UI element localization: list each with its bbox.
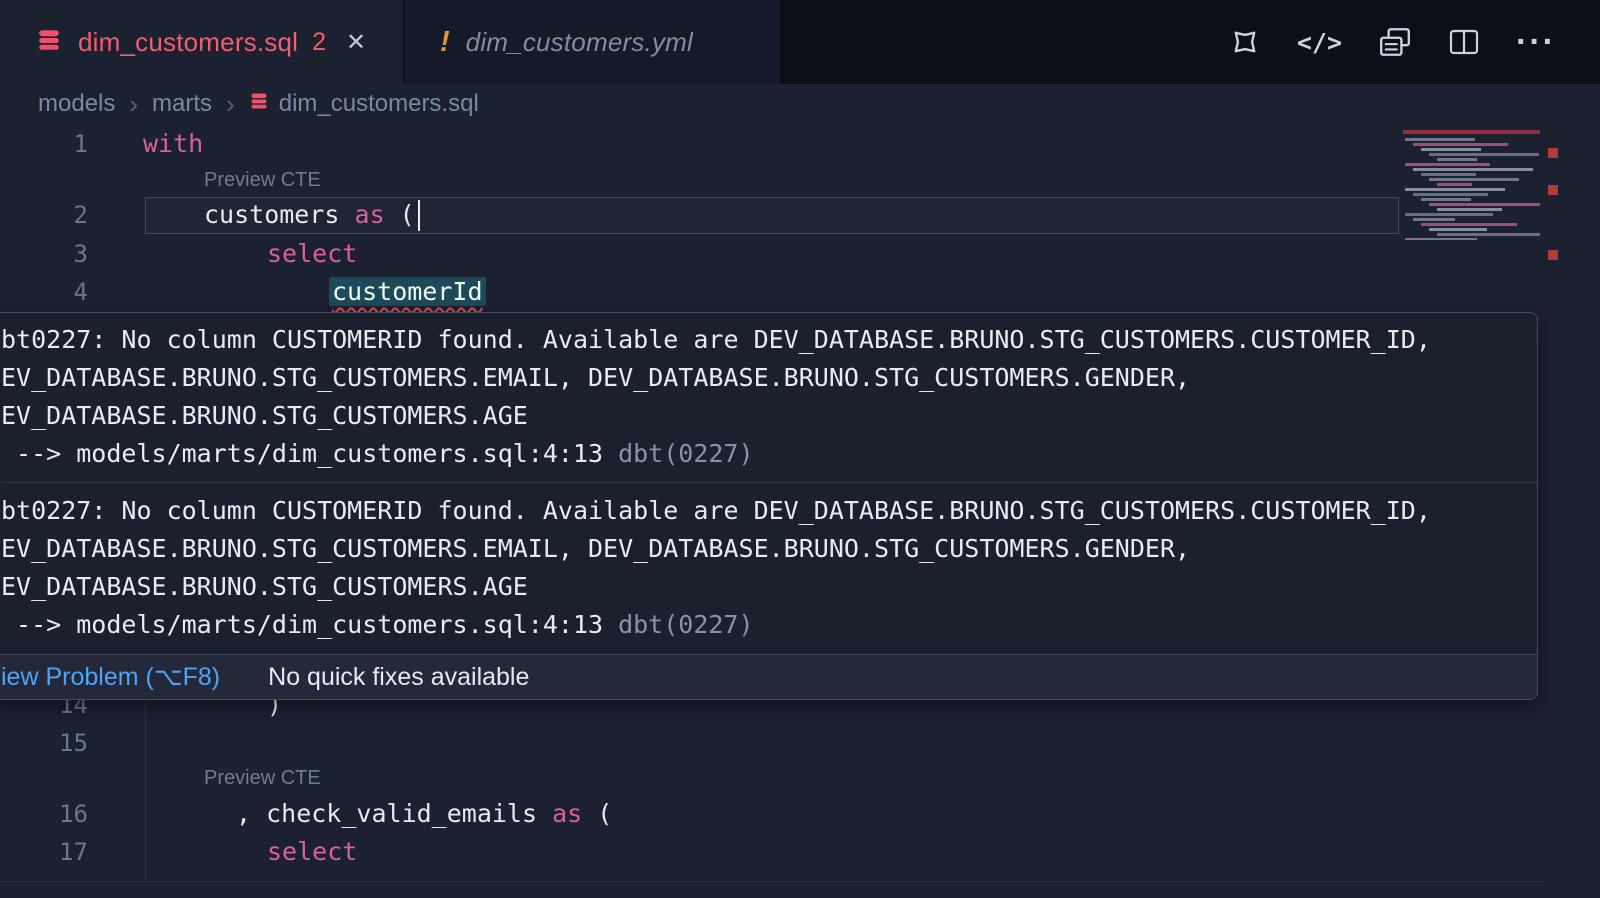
tab-dim-customers-sql[interactable]: dim_customers.sql 2 ✕ [0, 0, 403, 84]
code-line-17[interactable]: 17 select [0, 833, 1600, 871]
breadcrumb-item-models[interactable]: models [38, 90, 115, 118]
code-line-4[interactable]: 4 customerId [0, 273, 1600, 311]
more-actions-icon[interactable]: ··· [1516, 23, 1556, 62]
error-mark [1548, 250, 1558, 260]
problem-count-badge: 2 [312, 28, 326, 57]
line-number: 4 [0, 273, 88, 311]
problem-location: --> models/marts/dim_customers.sql:4:13 [1, 610, 603, 639]
line-number: 17 [0, 833, 88, 871]
popup-footer: iew Problem (⌥F8) No quick fixes availab… [0, 654, 1537, 699]
problem-message: bt0227: No column CUSTOMERID found. Avai… [1, 482, 1537, 644]
minimap[interactable] [1403, 128, 1540, 240]
error-mark [1548, 148, 1558, 158]
problem-message: bt0227: No column CUSTOMERID found. Avai… [1, 321, 1537, 473]
tab-bar: dim_customers.sql 2 ✕ ! dim_customers.ym… [0, 0, 1600, 84]
minimap-content [1405, 136, 1540, 240]
chevron-right-icon: › [129, 89, 138, 120]
tab-filename: dim_customers.sql [78, 27, 298, 58]
overview-ruler[interactable] [1545, 124, 1561, 898]
problem-hover-popup: bt0227: No column CUSTOMERID found. Avai… [0, 312, 1538, 700]
divider [0, 881, 1545, 882]
compiled-copy-icon[interactable] [1378, 26, 1412, 58]
code-line-16[interactable]: 16 , check_valid_emails as ( [0, 795, 1600, 833]
error-token-customerid[interactable]: customerId [329, 277, 486, 306]
line-number: 15 [0, 724, 88, 762]
breadcrumb-item-file[interactable]: dim_customers.sql [249, 90, 479, 118]
code-line-15[interactable]: 15 [0, 724, 1600, 762]
editor-actions: </> ··· [1229, 0, 1600, 84]
code-line-1[interactable]: 1 with [0, 125, 1600, 163]
tab-dim-customers-yml[interactable]: ! dim_customers.yml [404, 0, 780, 84]
close-icon[interactable]: ✕ [346, 28, 366, 57]
line-number: 3 [0, 235, 88, 273]
line-number: 16 [0, 795, 88, 833]
breadcrumb-item-marts[interactable]: marts [152, 90, 212, 118]
line-number: 2 [0, 196, 88, 234]
line-number: 1 [0, 125, 88, 163]
error-mark [1548, 185, 1558, 195]
split-editor-icon[interactable] [1448, 27, 1480, 57]
code-line-2[interactable]: 2 customers as ( [0, 196, 1600, 234]
code-editor[interactable]: 1 with Preview CTE 2 customers as ( 3 se… [0, 124, 1600, 898]
warning-icon: ! [440, 26, 450, 59]
problem-source: dbt(0227) [618, 439, 753, 468]
database-icon [36, 27, 62, 58]
dbt-logo-icon[interactable] [1229, 26, 1261, 58]
codelens-preview-cte[interactable]: Preview CTE [204, 763, 321, 793]
database-icon [249, 90, 269, 118]
tab-filename: dim_customers.yml [466, 27, 693, 58]
code-icon[interactable]: </> [1297, 28, 1342, 57]
codelens-preview-cte[interactable]: Preview CTE [204, 165, 321, 195]
problem-location: --> models/marts/dim_customers.sql:4:13 [1, 439, 603, 468]
chevron-right-icon: › [226, 89, 235, 120]
problem-source: dbt(0227) [618, 610, 753, 639]
quick-fix-hint: No quick fixes available [268, 658, 529, 696]
minimap-error-line [1403, 130, 1540, 134]
view-problem-link[interactable]: iew Problem (⌥F8) [1, 658, 220, 696]
breadcrumb: models › marts › dim_customers.sql [0, 84, 1600, 124]
code-line-3[interactable]: 3 select [0, 235, 1600, 273]
